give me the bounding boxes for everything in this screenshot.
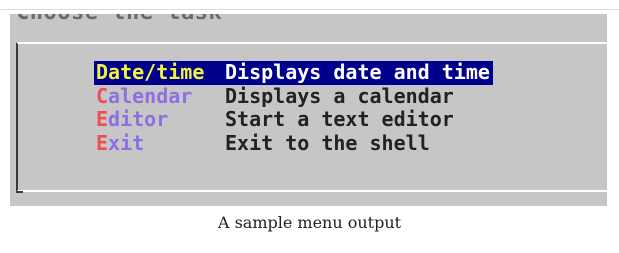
menu-item-tag: Exit xyxy=(94,130,222,156)
menu-item-description: Displays date and time xyxy=(222,60,493,85)
menu-item-tag-rest: alendar xyxy=(108,83,193,108)
menu-item-tag: Calendar xyxy=(94,83,222,109)
menu-list: Date/time Displays date and time Calenda… xyxy=(94,60,493,156)
menu-item-hotkey: E xyxy=(96,130,109,155)
menu-item-exit[interactable]: Exit Exit to the shell xyxy=(94,130,493,156)
menu-item-tag-rest: ditor xyxy=(108,107,169,131)
menu-item-tag: Date/time xyxy=(94,60,222,85)
menu-item-tag: Editor xyxy=(94,107,222,132)
dialog-title-partial: Choose the task xyxy=(16,14,222,25)
dialog-bottom-area xyxy=(10,193,607,206)
menu-item-calendar[interactable]: Calendar Displays a calendar xyxy=(94,83,493,109)
terminal-screenshot: Choose the task Date/time Displays date … xyxy=(10,14,607,206)
menu-item-hotkey: D xyxy=(96,60,109,84)
menu-item-description: Displays a calendar xyxy=(225,83,454,108)
figure-caption: A sample menu output xyxy=(217,213,402,232)
menu-item-description: Exit to the shell xyxy=(225,130,430,155)
menu-item-tag-rest: ate/time xyxy=(108,60,205,84)
menu-item-editor[interactable]: Editor Start a text editor xyxy=(94,107,493,132)
menu-item-tag-rest: xit xyxy=(108,130,145,155)
menu-item-hotkey: E xyxy=(96,107,109,131)
menu-item-hotkey: C xyxy=(96,83,109,108)
top-divider xyxy=(0,9,619,10)
menu-item-description: Start a text editor xyxy=(225,107,454,131)
menu-item-date-time[interactable]: Date/time Displays date and time xyxy=(94,60,493,85)
